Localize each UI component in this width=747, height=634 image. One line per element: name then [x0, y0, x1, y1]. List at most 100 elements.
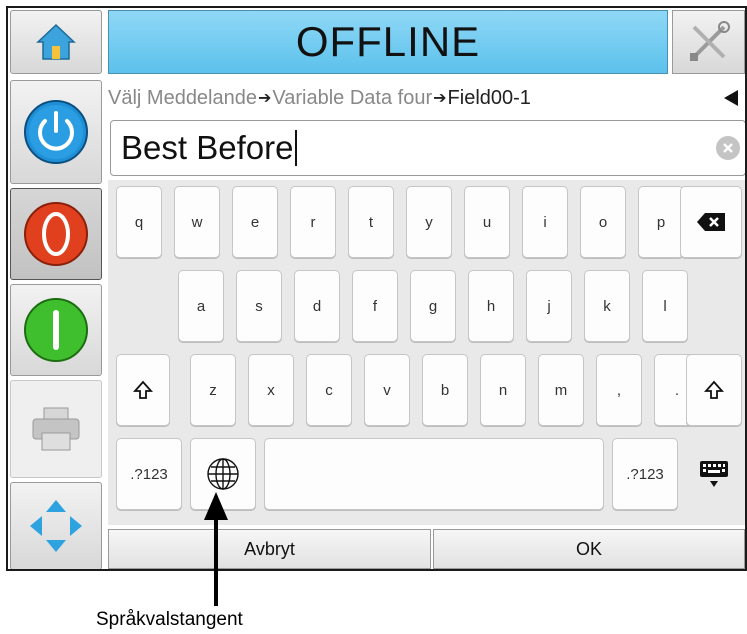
symbols-key-left[interactable]: .?123: [116, 438, 182, 510]
cancel-button[interactable]: Avbryt: [108, 529, 431, 569]
key-label: r: [310, 213, 316, 231]
key[interactable]: j: [526, 270, 572, 342]
key[interactable]: r: [290, 186, 336, 258]
key-label: o: [598, 213, 608, 231]
shift-key-left[interactable]: [116, 354, 170, 426]
key[interactable]: l: [642, 270, 688, 342]
power-button[interactable]: [10, 80, 102, 184]
key[interactable]: u: [464, 186, 510, 258]
key-label: z: [209, 381, 217, 399]
arrow-right-icon: ➔: [258, 90, 272, 107]
key-label: e: [250, 213, 260, 231]
clear-button[interactable]: [716, 136, 740, 160]
tools-button[interactable]: [672, 10, 745, 74]
key[interactable]: c: [306, 354, 352, 426]
home-button[interactable]: [10, 10, 102, 74]
key[interactable]: x: [248, 354, 294, 426]
status-text: OFFLINE: [295, 18, 481, 65]
callout-arrowhead: [204, 492, 228, 520]
key[interactable]: v: [364, 354, 410, 426]
key[interactable]: t: [348, 186, 394, 258]
key-label: w: [191, 213, 203, 231]
space-key[interactable]: [264, 438, 604, 510]
breadcrumb: Välj Meddelande ➔ Variable Data four ➔ F…: [108, 80, 668, 116]
key-label: u: [482, 213, 492, 231]
back-arrow-icon: [724, 90, 738, 106]
text-input-field[interactable]: Best Before: [110, 120, 745, 176]
shift-icon: [133, 380, 153, 399]
start-button[interactable]: [10, 284, 102, 376]
key[interactable]: g: [410, 270, 456, 342]
navigation-arrows-icon: [30, 500, 82, 552]
shift-key-right[interactable]: [686, 354, 742, 426]
home-icon: [36, 23, 76, 60]
key[interactable]: k: [584, 270, 630, 342]
globe-icon: [207, 458, 239, 490]
printer-icon: [32, 407, 80, 451]
back-arrow-button[interactable]: [720, 86, 744, 110]
clear-icon: [723, 143, 733, 153]
key[interactable]: n: [480, 354, 526, 426]
key-label: .?123: [130, 465, 168, 483]
key-label: t: [368, 213, 374, 231]
cancel-button-label: Avbryt: [244, 538, 295, 559]
text-caret: [295, 130, 298, 166]
symbols-key-right[interactable]: .?123: [612, 438, 678, 510]
shift-icon: [704, 380, 724, 399]
stop-icon: [24, 202, 88, 266]
navigation-button[interactable]: [10, 482, 102, 569]
key-label: a: [196, 297, 206, 315]
key-label: q: [134, 213, 144, 231]
keyboard-hide-key[interactable]: [686, 438, 742, 510]
key-label: m: [554, 381, 568, 399]
breadcrumb-current: Field00-1: [447, 86, 531, 109]
backspace-key[interactable]: [680, 186, 742, 258]
key-label: h: [486, 297, 496, 315]
backspace-icon: [697, 213, 725, 231]
key[interactable]: o: [580, 186, 626, 258]
key-label: .?123: [626, 465, 664, 483]
key[interactable]: w: [174, 186, 220, 258]
key[interactable]: a: [178, 270, 224, 342]
ok-button-label: OK: [575, 538, 602, 559]
text-input-value: Best Before: [121, 129, 294, 166]
printer-ui-screen: OFFLINE Välj Meddelande ➔ Variable Data …: [6, 6, 747, 571]
callout-label: Språkvalstangent: [96, 609, 243, 630]
key-label: l: [663, 297, 667, 315]
key-label: n: [498, 381, 508, 399]
arrow-right-icon: ➔: [433, 90, 447, 107]
key-label: s: [255, 297, 263, 315]
breadcrumb-item[interactable]: Variable Data four: [272, 87, 432, 110]
key[interactable]: z: [190, 354, 236, 426]
key[interactable]: ,: [596, 354, 642, 426]
key[interactable]: m: [538, 354, 584, 426]
key[interactable]: i: [522, 186, 568, 258]
key[interactable]: h: [468, 270, 514, 342]
key-label: c: [325, 381, 333, 399]
key-label: ,: [616, 381, 622, 399]
key[interactable]: y: [406, 186, 452, 258]
start-icon: [24, 298, 88, 362]
key-label: g: [428, 297, 438, 315]
key-label: k: [603, 297, 611, 315]
key[interactable]: q: [116, 186, 162, 258]
on-screen-keyboard: q w e r t y u i o p a s d f g h j k l z …: [108, 180, 745, 525]
keyboard-hide-icon: [700, 461, 728, 487]
key-label: p: [656, 213, 666, 231]
key-label: i: [543, 213, 547, 231]
stop-button[interactable]: [10, 188, 102, 280]
key[interactable]: b: [422, 354, 468, 426]
key[interactable]: p: [638, 186, 684, 258]
power-icon: [24, 100, 88, 164]
key-label: j: [547, 297, 551, 315]
key-label: y: [425, 213, 433, 231]
key[interactable]: d: [294, 270, 340, 342]
ok-button[interactable]: OK: [433, 529, 745, 569]
key-label: b: [440, 381, 450, 399]
printer-button[interactable]: [10, 380, 102, 478]
key-label: x: [267, 381, 275, 399]
key[interactable]: e: [232, 186, 278, 258]
breadcrumb-item[interactable]: Välj Meddelande: [108, 87, 257, 110]
key[interactable]: f: [352, 270, 398, 342]
key[interactable]: s: [236, 270, 282, 342]
